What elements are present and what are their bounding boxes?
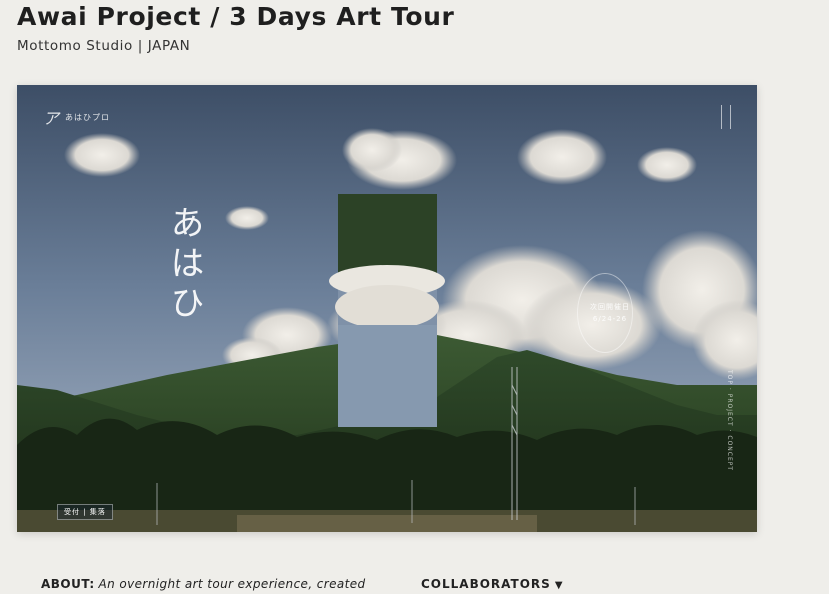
landscape-illustration [17, 85, 757, 532]
mirror-panel [329, 194, 445, 427]
page-title: Awai Project / 3 Days Art Tour [17, 2, 455, 31]
date-badge: 次回開催日 6/24-26 [585, 273, 635, 353]
calligraphy-title: あはひ [164, 205, 204, 325]
hero-image[interactable]: ア あはひプロ あはひ 次回開催日 6/24-26 TOP · PROJECT … [17, 85, 757, 532]
collaborators-label: COLLABORATORS [421, 577, 551, 591]
site-logo[interactable]: ア あはひプロ [43, 105, 110, 129]
project-page: Awai Project / 3 Days Art Tour Mottomo S… [0, 0, 829, 594]
badge-label: 次回開催日 [590, 303, 630, 311]
about-text: An overnight art tour experience, create… [98, 577, 366, 591]
chevron-down-icon: ▼ [554, 580, 564, 591]
side-nav-text[interactable]: TOP · PROJECT · CONCEPT [726, 370, 733, 471]
about-section: ABOUT: An overnight art tour experience,… [41, 577, 366, 591]
about-label: ABOUT: [41, 577, 95, 591]
badge-date: 6/24-26 [592, 315, 628, 323]
location-tag: 受付 | 集落 [57, 504, 113, 520]
collaborators-toggle[interactable]: COLLABORATORS ▼ [421, 577, 564, 591]
logo-glyph: ア [43, 109, 60, 128]
logo-text: あはひプロ [65, 112, 111, 122]
page-subtitle: Mottomo Studio | JAPAN [17, 38, 191, 54]
menu-icon[interactable] [721, 105, 731, 129]
